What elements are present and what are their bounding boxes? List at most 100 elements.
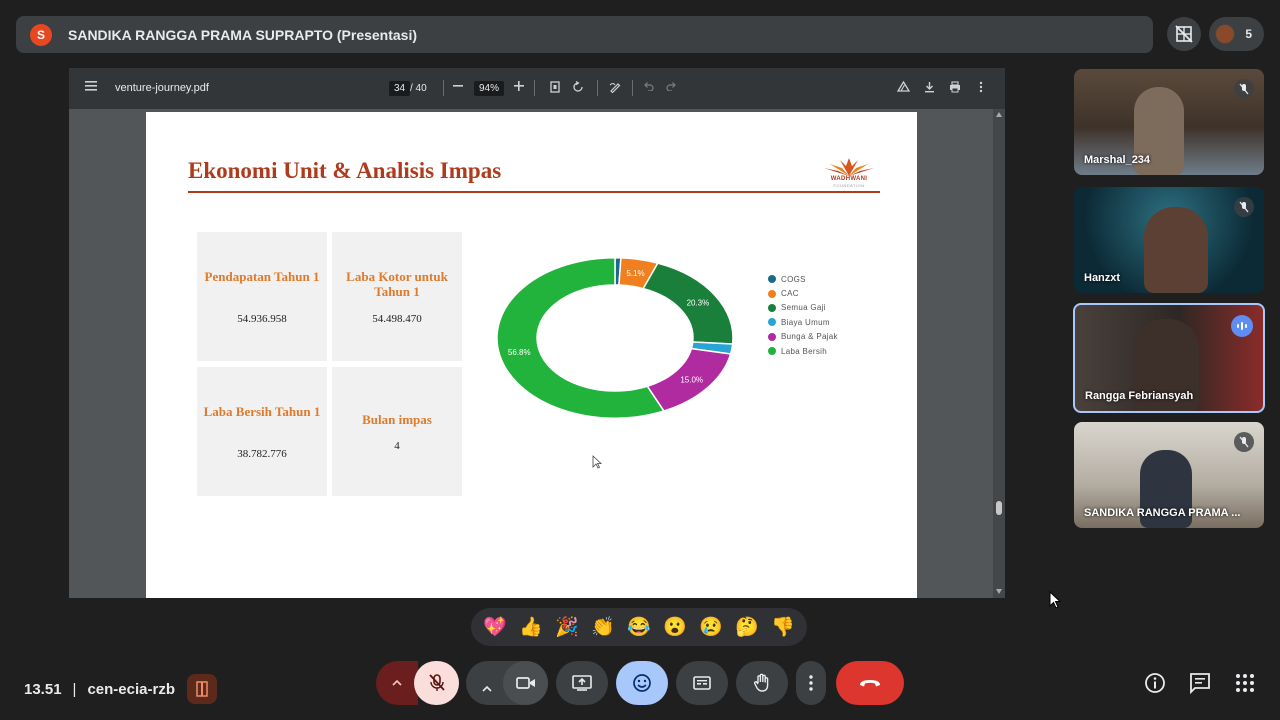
divider — [534, 80, 535, 96]
reaction-heart[interactable]: 💖 — [480, 615, 510, 639]
divider — [597, 80, 598, 96]
participant-avatar — [1215, 24, 1235, 44]
legend-swatch — [768, 289, 776, 298]
legend-item: Semua Gaji — [768, 301, 838, 315]
more-vert-icon[interactable] — [979, 81, 983, 93]
participant-tile[interactable]: Marshal_234 — [1074, 69, 1264, 175]
zoom-in-icon[interactable] — [514, 81, 524, 91]
info-icon — [1145, 673, 1165, 693]
print-icon[interactable] — [949, 81, 961, 93]
fit-page-icon[interactable] — [550, 81, 560, 93]
donut-data-label: 5.1% — [626, 269, 644, 278]
reaction-thumbs-up[interactable]: 👍 — [516, 615, 546, 639]
more-options-button[interactable] — [796, 661, 826, 705]
metric-value: 4 — [394, 440, 400, 452]
metric-card-net-profit: Laba Bersih Tahun 1 38.782.776 — [197, 367, 327, 496]
info-separator: | — [72, 680, 77, 698]
scroll-thumb[interactable] — [996, 501, 1002, 515]
mic-off-icon — [1239, 83, 1249, 95]
reactions-bar: 💖 👍 🎉 👏 😂 😮 😢 🤔 👎 — [471, 608, 807, 646]
chevron-up-icon — [392, 680, 402, 686]
reaction-thumbs-down[interactable]: 👎 — [768, 615, 798, 639]
donut-chart: 5.1% 20.3% 15.0% 56.8% — [496, 258, 734, 419]
reactions-button[interactable] — [616, 661, 668, 705]
activities-button[interactable] — [1233, 671, 1257, 695]
video-options-button[interactable] — [482, 679, 492, 697]
pdf-filename: venture-journey.pdf — [115, 82, 209, 94]
divider — [443, 80, 444, 96]
participant-tile[interactable]: SANDIKA RANGGA PRAMA ... — [1074, 422, 1264, 528]
legend-swatch — [768, 347, 776, 356]
metric-value: 54.498.470 — [372, 313, 422, 325]
title-underline — [188, 191, 880, 193]
speaking-indicator — [1231, 315, 1253, 337]
chat-button[interactable] — [1188, 671, 1212, 695]
legend-item: CAC — [768, 286, 838, 300]
annotate-icon[interactable] — [609, 81, 621, 93]
divider — [632, 80, 633, 96]
audio-options-button[interactable] — [376, 661, 418, 705]
rotate-icon[interactable] — [572, 81, 584, 93]
leave-call-button[interactable] — [836, 661, 904, 705]
redo-icon[interactable] — [666, 81, 677, 91]
meeting-details-button[interactable] — [1143, 671, 1167, 695]
camera-group — [466, 661, 548, 705]
legend-label: Biaya Umum — [781, 317, 830, 327]
participants-button[interactable]: 5 — [1209, 17, 1264, 51]
legend-item: COGS — [768, 272, 838, 286]
call-end-icon — [860, 680, 880, 687]
page-number-input[interactable]: 34 — [389, 81, 411, 96]
scroll-up-icon[interactable] — [996, 112, 1002, 117]
reaction-surprised[interactable]: 😮 — [660, 615, 690, 639]
pdf-toolbar: venture-journey.pdf 34 / 40 94% — [69, 68, 1005, 109]
reaction-clap[interactable]: 👏 — [588, 615, 618, 639]
closed-caption-icon — [693, 676, 711, 690]
participant-name: SANDIKA RANGGA PRAMA ... — [1084, 507, 1241, 519]
muted-badge — [1234, 79, 1254, 99]
reaction-sad[interactable]: 😢 — [696, 615, 726, 639]
door-icon — [196, 681, 208, 697]
drive-icon[interactable] — [897, 81, 910, 93]
clock-time: 13.51 — [24, 680, 62, 698]
muted-badge — [1234, 197, 1254, 217]
legend-label: Semua Gaji — [781, 303, 826, 313]
reaction-party[interactable]: 🎉 — [552, 615, 582, 639]
present-screen-button[interactable] — [556, 661, 608, 705]
metric-label: Laba Kotor untuk Tahun 1 — [346, 269, 448, 299]
zoom-input[interactable]: 94% — [474, 81, 505, 96]
presenter-avatar: S — [30, 23, 52, 46]
metric-card-revenue: Pendapatan Tahun 1 54.936.958 — [197, 232, 327, 361]
meeting-info: 13.51 | cen-ecia-rzb — [24, 674, 217, 704]
reaction-laugh[interactable]: 😂 — [624, 615, 654, 639]
menu-icon[interactable] — [85, 81, 97, 91]
camera-toggle-button[interactable] — [503, 661, 548, 705]
metric-label: Pendapatan Tahun 1 — [204, 269, 320, 284]
metric-value: 38.782.776 — [237, 448, 287, 460]
participant-name: Rangga Febriansyah — [1085, 390, 1194, 402]
mic-off-icon — [428, 674, 445, 691]
companion-mode-button[interactable] — [187, 674, 217, 704]
download-icon[interactable] — [924, 81, 935, 93]
logo-text: WADHWANI — [830, 176, 868, 182]
metric-card-gross-profit: Laba Kotor untuk Tahun 1 54.498.470 — [332, 232, 462, 361]
raise-hand-button[interactable] — [736, 661, 788, 705]
chart-legend: COGS CAC Semua Gaji Biaya Umum Bunga & Pajak… — [768, 272, 838, 358]
undo-icon[interactable] — [643, 81, 654, 91]
zoom-out-icon[interactable] — [453, 81, 463, 91]
mic-off-icon — [1239, 201, 1249, 213]
participant-tile-active-speaker[interactable]: Rangga Febriansyah — [1073, 303, 1265, 413]
pdf-scrollbar[interactable] — [993, 109, 1005, 598]
reaction-thinking[interactable]: 🤔 — [732, 615, 762, 639]
emoji-icon — [633, 674, 651, 692]
legend-item: Bunga & Pajak — [768, 330, 838, 344]
captions-button[interactable] — [676, 661, 728, 705]
hide-tiles-button[interactable] — [1167, 17, 1201, 51]
chevron-up-icon — [482, 685, 492, 692]
cursor-icon — [1049, 591, 1061, 609]
microphone-toggle-button[interactable] — [414, 661, 459, 705]
grid-off-icon — [1175, 25, 1193, 43]
slide-title: Ekonomi Unit & Analisis Impas — [188, 158, 502, 183]
donut-data-label: 15.0% — [680, 376, 703, 385]
participant-tile[interactable]: Hanzxt — [1074, 187, 1264, 293]
scroll-down-icon[interactable] — [996, 589, 1002, 594]
